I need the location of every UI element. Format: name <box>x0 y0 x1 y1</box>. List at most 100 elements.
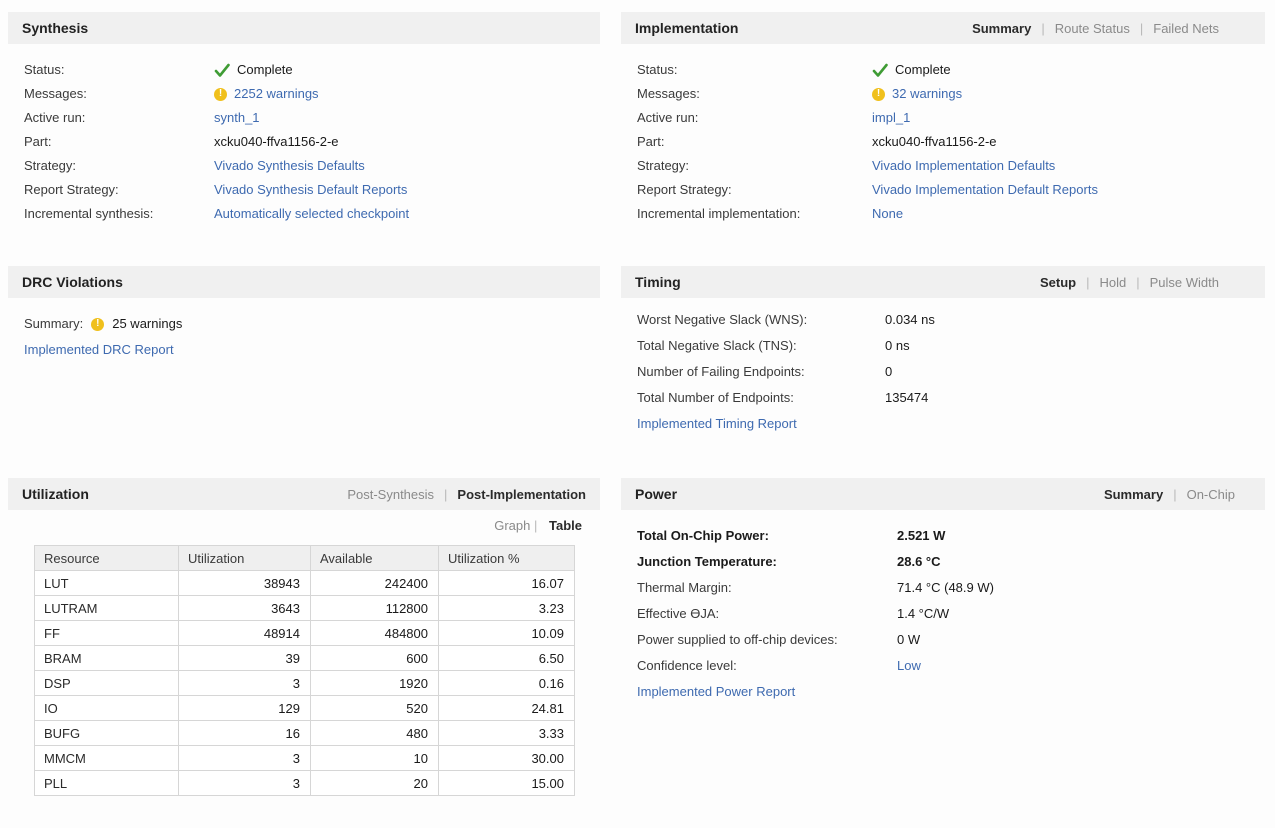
tns-label: Total Negative Slack (TNS): <box>637 338 797 353</box>
thermal-margin-label: Thermal Margin: <box>637 580 732 595</box>
synthesis-part-row: Part: xcku040-ffva1156-2-e <box>24 134 588 150</box>
strategy-link[interactable]: Vivado Implementation Defaults <box>872 158 1055 174</box>
total-on-chip-power-label: Total On-Chip Power: <box>637 528 769 543</box>
synthesis-body: Status: Complete Messages: 2252 warnings… <box>8 44 600 240</box>
check-icon <box>214 63 230 78</box>
part-value: xcku040-ffva1156-2-e <box>872 134 997 149</box>
utilization-cell: 16 <box>178 720 311 746</box>
tab-separator: | <box>1136 274 1140 290</box>
messages-warnings-link[interactable]: 2252 warnings <box>234 86 319 102</box>
power-tabs: Summary | On-Chip <box>1104 487 1235 502</box>
report-strategy-link[interactable]: Vivado Implementation Default Reports <box>872 182 1098 198</box>
resource-cell: IO <box>34 695 179 721</box>
drc-summary-row: Summary: 25 warnings <box>24 316 588 332</box>
utilization-pct-cell: 10.09 <box>438 620 575 646</box>
strategy-label: Strategy: <box>24 158 77 173</box>
tab-utilization-post-synthesis[interactable]: Post-Synthesis <box>347 487 434 502</box>
implemented-timing-report-link[interactable]: Implemented Timing Report <box>637 416 797 431</box>
table-row[interactable]: LUTRAM 3643 112800 3.23 <box>34 595 575 621</box>
available-cell: 480 <box>310 720 439 746</box>
incremental-implementation-link[interactable]: None <box>872 206 903 222</box>
view-table-toggle[interactable]: Table <box>549 518 582 533</box>
check-icon <box>872 63 888 78</box>
implemented-power-report-link[interactable]: Implemented Power Report <box>637 684 795 699</box>
tab-power-summary[interactable]: Summary <box>1104 487 1163 502</box>
table-row[interactable]: FF 48914 484800 10.09 <box>34 620 575 646</box>
utilization-panel: Utilization Post-Synthesis | Post-Implem… <box>8 478 600 806</box>
timing-tns-row: Total Negative Slack (TNS): 0 ns <box>637 338 1253 354</box>
tab-separator: | <box>1086 274 1090 290</box>
utilization-body: Graph | Table Resource Utilization Avail… <box>8 518 600 806</box>
implementation-status-row: Status: Complete <box>637 62 1253 78</box>
tab-separator: | <box>1173 486 1177 502</box>
active-run-link[interactable]: impl_1 <box>872 110 910 126</box>
utilization-cell: 39 <box>178 645 311 671</box>
table-row[interactable]: BUFG 16 480 3.33 <box>34 720 575 746</box>
tab-implementation-route-status[interactable]: Route Status <box>1055 21 1130 36</box>
utilization-pct-cell: 24.81 <box>438 695 575 721</box>
table-row[interactable]: MMCM 3 10 30.00 <box>34 745 575 771</box>
incremental-implementation-label: Incremental implementation: <box>637 206 801 221</box>
available-cell: 112800 <box>310 595 439 621</box>
utilization-pct-cell: 16.07 <box>438 570 575 596</box>
active-run-link[interactable]: synth_1 <box>214 110 260 126</box>
strategy-link[interactable]: Vivado Synthesis Defaults <box>214 158 365 174</box>
utilization-cell: 3643 <box>178 595 311 621</box>
tab-timing-hold[interactable]: Hold <box>1099 275 1126 290</box>
junction-temperature-value: 28.6 °C <box>897 554 941 569</box>
view-graph-toggle[interactable]: Graph <box>494 518 530 533</box>
implemented-drc-report-link[interactable]: Implemented DRC Report <box>24 342 174 357</box>
implementation-body: Status: Complete Messages: 32 warnings A… <box>621 44 1265 240</box>
messages-warnings-link[interactable]: 32 warnings <box>892 86 962 102</box>
available-cell: 520 <box>310 695 439 721</box>
status-value: Complete <box>237 62 293 77</box>
active-run-label: Active run: <box>637 110 699 125</box>
tab-separator: | <box>1139 20 1144 36</box>
utilization-pct-cell: 30.00 <box>438 745 575 771</box>
available-cell: 484800 <box>310 620 439 646</box>
utilization-cell: 3 <box>178 670 311 696</box>
tab-implementation-failed-nets[interactable]: Failed Nets <box>1153 21 1219 36</box>
available-cell: 1920 <box>310 670 439 696</box>
warning-icon <box>872 87 885 101</box>
failing-endpoints-value: 0 <box>885 364 893 379</box>
utilization-cell: 129 <box>178 695 311 721</box>
confidence-level-link[interactable]: Low <box>897 658 921 674</box>
power-report-row: Implemented Power Report <box>637 684 1253 700</box>
table-header-row: Resource Utilization Available Utilizati… <box>34 545 575 571</box>
tns-value: 0 ns <box>885 338 910 353</box>
total-endpoints-label: Total Number of Endpoints: <box>637 390 794 405</box>
report-strategy-link[interactable]: Vivado Synthesis Default Reports <box>214 182 407 198</box>
messages-label: Messages: <box>24 86 87 101</box>
utilization-tabs: Post-Synthesis | Post-Implementation <box>347 487 586 502</box>
table-row[interactable]: LUT 38943 242400 16.07 <box>34 570 575 596</box>
resource-cell: FF <box>34 620 179 646</box>
report-strategy-label: Report Strategy: <box>24 182 119 197</box>
table-row[interactable]: DSP 3 1920 0.16 <box>34 670 575 696</box>
table-row[interactable]: BRAM 39 600 6.50 <box>34 645 575 671</box>
column-header-available: Available <box>310 545 439 571</box>
power-thermal-margin-row: Thermal Margin: 71.4 °C (48.9 W) <box>637 580 1253 596</box>
tab-implementation-summary[interactable]: Summary <box>972 21 1031 36</box>
column-header-utilization: Utilization <box>178 545 311 571</box>
tab-power-on-chip[interactable]: On-Chip <box>1187 487 1235 502</box>
implementation-header: Implementation Summary | Route Status | … <box>621 12 1265 44</box>
tab-utilization-post-implementation[interactable]: Post-Implementation <box>457 487 586 502</box>
implementation-tabs: Summary | Route Status | Failed Nets <box>972 21 1219 36</box>
timing-body: Worst Negative Slack (WNS): 0.034 ns Tot… <box>621 298 1265 452</box>
effective-theta-ja-value: 1.4 °C/W <box>897 606 950 621</box>
utilization-pct-cell: 15.00 <box>438 770 575 796</box>
effective-theta-ja-label: Effective ϴJA: <box>637 606 720 621</box>
drc-body: Summary: 25 warnings Implemented DRC Rep… <box>8 298 600 378</box>
table-row[interactable]: PLL 3 20 15.00 <box>34 770 575 796</box>
incremental-synthesis-link[interactable]: Automatically selected checkpoint <box>214 206 409 222</box>
table-row[interactable]: IO 129 520 24.81 <box>34 695 575 721</box>
available-cell: 600 <box>310 645 439 671</box>
power-total-row: Total On-Chip Power: 2.521 W <box>637 528 1253 544</box>
warning-icon <box>91 317 105 331</box>
tab-timing-pulse-width[interactable]: Pulse Width <box>1150 275 1219 290</box>
tab-timing-setup[interactable]: Setup <box>1040 275 1076 290</box>
utilization-table: Resource Utilization Available Utilizati… <box>34 545 575 796</box>
strategy-label: Strategy: <box>637 158 690 173</box>
confidence-level-label: Confidence level: <box>637 658 737 673</box>
